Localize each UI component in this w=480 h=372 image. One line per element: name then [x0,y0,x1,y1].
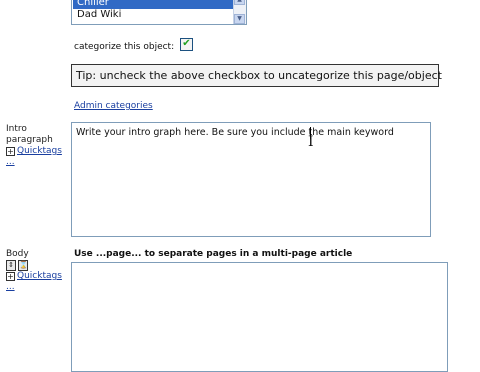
hourglass-icon[interactable]: ⌛ [18,260,28,271]
category-option[interactable]: Dad Wiki [73,9,233,21]
body-label-block: Body ⇕ ⌛ + Quicktags ... [6,249,62,293]
body-hint-text: Use ...page... to separate pages in a mu… [74,249,353,259]
intro-more-link[interactable]: ... [6,157,62,168]
intro-label-line1: Intro [6,124,27,134]
categorize-checkbox[interactable]: ✔ [180,38,193,51]
body-label: Body [6,249,29,259]
intro-quicktags-link[interactable]: Quicktags [17,146,62,156]
scroll-down-icon[interactable]: ▼ [234,14,245,24]
expand-plus-icon[interactable]: + [6,147,15,156]
ibeam-cursor-icon: I [308,134,314,150]
category-listbox[interactable]: Chiller Dad Wiki ▲ ▼ [71,0,247,25]
categorize-label: categorize this object: [74,42,175,52]
body-quicktags-link[interactable]: Quicktags [17,271,62,281]
intro-label: Intro paragraph + Quicktags ... [6,124,62,168]
body-textarea[interactable] [71,262,448,372]
tip-box: Tip: uncheck the above checkbox to uncat… [71,64,442,87]
body-more-link[interactable]: ... [6,282,62,293]
intro-label-line2: paragraph [6,135,53,145]
admin-categories-link[interactable]: Admin categories [74,101,153,111]
intro-paragraph-textarea[interactable]: Write your intro graph here. Be sure you… [71,122,431,237]
category-option-selected[interactable]: Chiller [73,0,233,9]
expand-plus-icon[interactable]: + [6,272,15,281]
scroll-up-icon[interactable]: ▲ [234,0,245,5]
listbox-scrollbar[interactable]: ▲ ▼ [233,0,246,24]
resize-icon[interactable]: ⇕ [6,260,16,271]
intro-text-value: Write your intro graph here. Be sure you… [76,127,394,138]
